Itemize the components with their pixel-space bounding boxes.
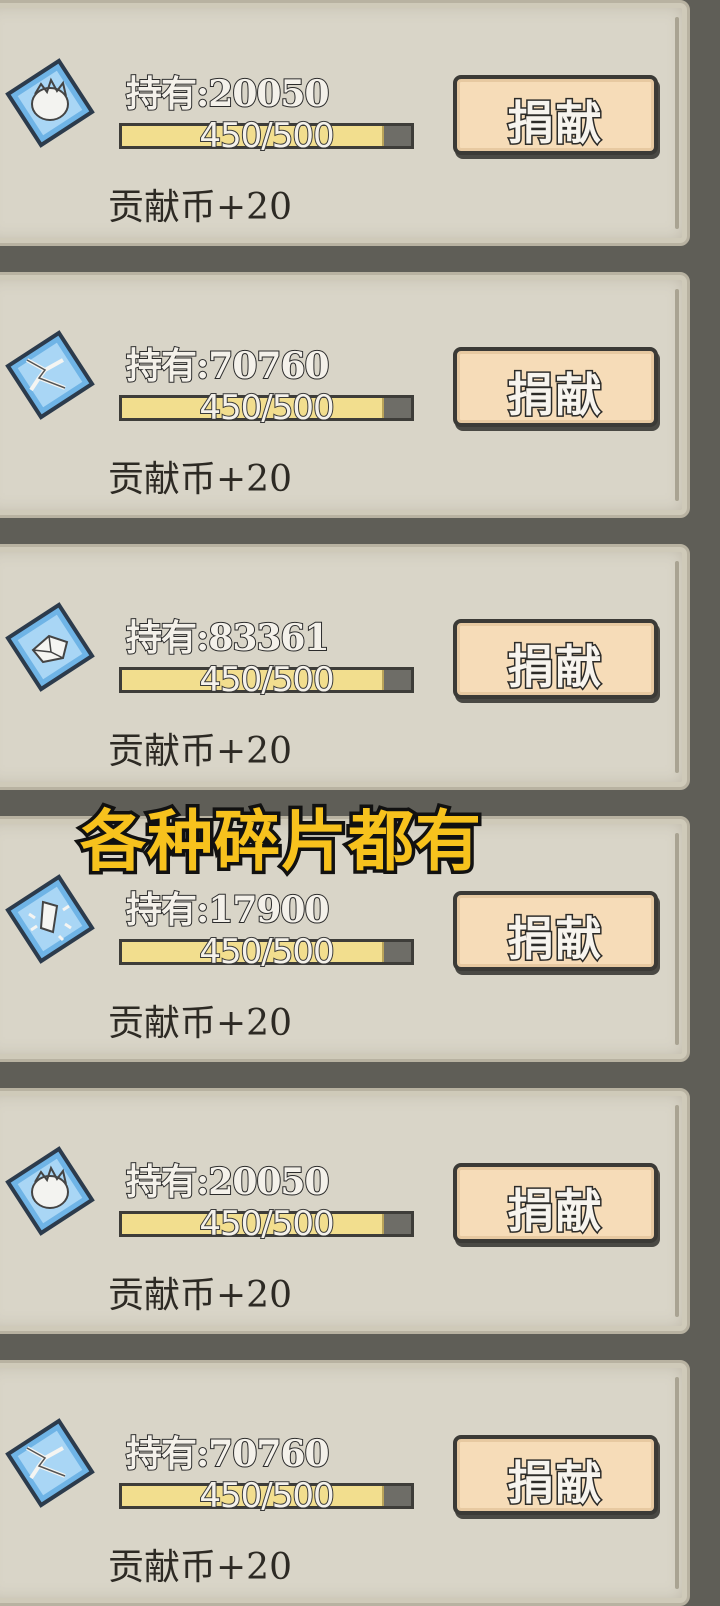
donation-item: 持有:20050 450/500 贡献币+20 捐献: [0, 1088, 690, 1334]
donate-button-label: 捐献: [506, 367, 604, 424]
progress-text: 450/500: [198, 387, 335, 429]
owned-count: 持有:70760: [125, 1432, 331, 1476]
donation-progress-bar: 450/500: [119, 1475, 414, 1517]
donate-button-label: 捐献: [506, 95, 604, 152]
reward-text: 贡献币+20: [108, 1275, 292, 1316]
overlay-caption: 各种碎片都有: [77, 800, 485, 884]
donate-button[interactable]: 捐献: [453, 1163, 658, 1243]
ice-shatter-fragment-icon: [5, 874, 95, 964]
donate-button[interactable]: 捐献: [453, 619, 658, 699]
owned-count: 持有:20050: [125, 72, 331, 116]
cube-shard-fragment-icon: [5, 602, 95, 692]
donate-button-label: 捐献: [506, 639, 604, 696]
reward-text: 贡献币+20: [108, 1003, 292, 1044]
owned-count: 持有:17900: [125, 888, 331, 932]
donate-button-label: 捐献: [506, 1455, 604, 1512]
progress-text: 450/500: [198, 115, 335, 157]
progress-text: 450/500: [198, 1203, 335, 1245]
donate-button-label: 捐献: [506, 911, 604, 968]
reward-text: 贡献币+20: [108, 459, 292, 500]
lightning-fragment-icon: [5, 330, 95, 420]
donation-item: 持有:70760 450/500 贡献币+20 捐献: [0, 272, 690, 518]
reward-text: 贡献币+20: [108, 1547, 292, 1588]
owned-count: 持有:83361: [125, 616, 331, 660]
owned-count: 持有:20050: [125, 1160, 331, 1204]
donation-item: 持有:70760 450/500 贡献币+20 捐献: [0, 1360, 690, 1606]
donate-button-label: 捐献: [506, 1183, 604, 1240]
donation-list[interactable]: 持有:20050 450/500 贡献币+20 捐献 持有:70760 450/…: [0, 0, 720, 1606]
feather-burst-fragment-icon: [5, 58, 95, 148]
reward-text: 贡献币+20: [108, 731, 292, 772]
donation-item: 持有:83361 450/500 贡献币+20 捐献: [0, 544, 690, 790]
donation-progress-bar: 450/500: [119, 1203, 414, 1245]
donation-progress-bar: 450/500: [119, 659, 414, 701]
lightning-fragment-icon: [5, 1418, 95, 1508]
owned-count: 持有:70760: [125, 344, 331, 388]
progress-text: 450/500: [198, 931, 335, 973]
progress-text: 450/500: [198, 1475, 335, 1517]
donation-item: 持有:20050 450/500 贡献币+20 捐献: [0, 0, 690, 246]
donation-progress-bar: 450/500: [119, 115, 414, 157]
donation-progress-bar: 450/500: [119, 931, 414, 973]
reward-text: 贡献币+20: [108, 187, 292, 228]
donate-button[interactable]: 捐献: [453, 891, 658, 971]
donate-button[interactable]: 捐献: [453, 347, 658, 427]
feather-burst-fragment-icon: [5, 1146, 95, 1236]
progress-text: 450/500: [198, 659, 335, 701]
donate-button[interactable]: 捐献: [453, 75, 658, 155]
donation-progress-bar: 450/500: [119, 387, 414, 429]
donate-button[interactable]: 捐献: [453, 1435, 658, 1515]
